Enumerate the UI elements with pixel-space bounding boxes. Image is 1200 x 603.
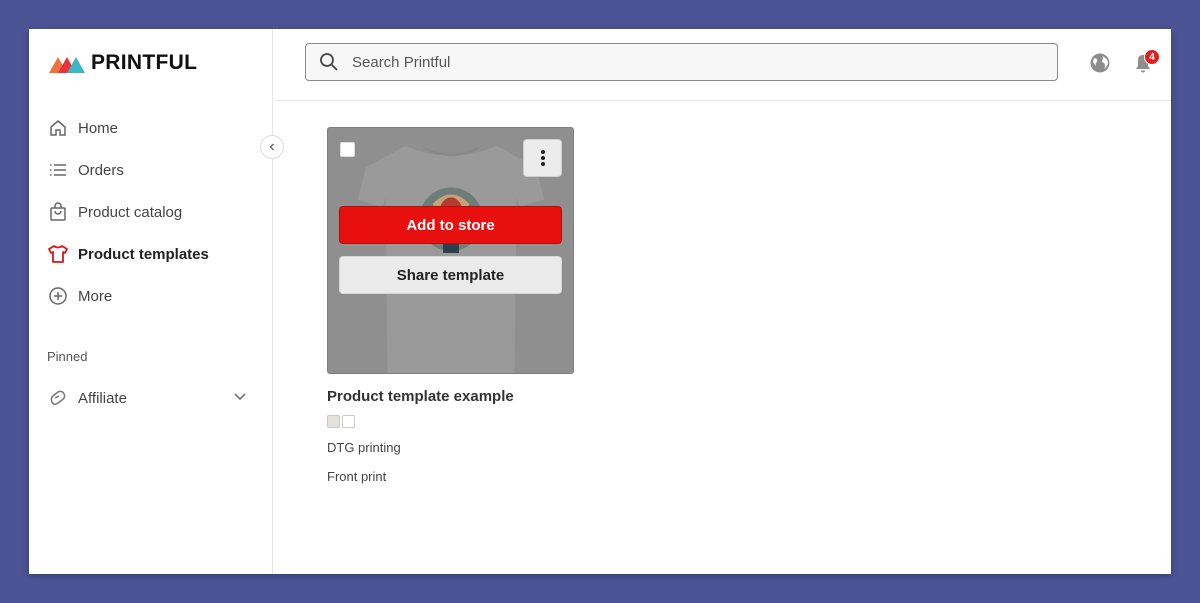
- pinned-section-label: Pinned: [47, 349, 88, 364]
- plus-circle-icon: [47, 285, 69, 307]
- main-nav: Home Orders Product catalog Product temp…: [47, 107, 257, 317]
- add-to-store-button[interactable]: Add to store: [339, 206, 562, 244]
- tshirt-icon: [47, 243, 69, 265]
- sidebar: PRINTFUL Home Orders Product catalog Pro…: [29, 29, 273, 574]
- top-header: 4: [274, 29, 1171, 101]
- sidebar-item-label: Product templates: [78, 245, 209, 263]
- bag-icon: [47, 201, 69, 223]
- sidebar-item-affiliate[interactable]: Affiliate: [47, 381, 247, 415]
- affiliate-icon: [47, 387, 69, 409]
- printing-technique: DTG printing: [327, 440, 401, 455]
- product-title[interactable]: Product template example: [327, 388, 514, 405]
- collapse-sidebar-button[interactable]: [260, 135, 284, 159]
- sidebar-item-product-templates[interactable]: Product templates: [47, 233, 257, 275]
- brand-name: PRINTFUL: [91, 51, 198, 74]
- color-swatch: [342, 415, 355, 428]
- list-icon: [47, 159, 69, 181]
- color-swatches: [327, 415, 355, 428]
- more-options-button[interactable]: [523, 139, 562, 177]
- printful-logo-icon: [49, 57, 85, 73]
- sidebar-item-label: More: [78, 287, 113, 305]
- sidebar-item-label: Orders: [78, 161, 124, 179]
- sidebar-item-label: Home: [78, 119, 119, 137]
- sidebar-item-label: Affiliate: [78, 389, 127, 407]
- chevron-down-icon[interactable]: [233, 389, 247, 408]
- print-placement: Front print: [327, 469, 387, 484]
- search-bar[interactable]: [305, 43, 1058, 81]
- brand-logo[interactable]: PRINTFUL: [49, 51, 197, 75]
- chevron-left-icon: [269, 143, 274, 151]
- search-input[interactable]: [352, 53, 1032, 71]
- sidebar-item-home[interactable]: Home: [47, 107, 257, 149]
- sidebar-item-label: Product catalog: [78, 203, 183, 221]
- share-template-button[interactable]: Share template: [339, 256, 562, 294]
- sidebar-item-more[interactable]: More: [47, 275, 257, 317]
- home-icon: [47, 117, 69, 139]
- search-icon: [319, 52, 339, 72]
- app-window: PRINTFUL Home Orders Product catalog Pro…: [29, 29, 1171, 574]
- color-swatch: [327, 415, 340, 428]
- notification-badge: 4: [1144, 49, 1160, 65]
- product-template-card[interactable]: Add to store Share template: [327, 127, 574, 374]
- sidebar-item-product-catalog[interactable]: Product catalog: [47, 191, 257, 233]
- select-checkbox[interactable]: [340, 142, 355, 157]
- sidebar-item-orders[interactable]: Orders: [47, 149, 257, 191]
- kebab-menu-icon: [540, 150, 545, 166]
- globe-icon[interactable]: [1089, 52, 1111, 74]
